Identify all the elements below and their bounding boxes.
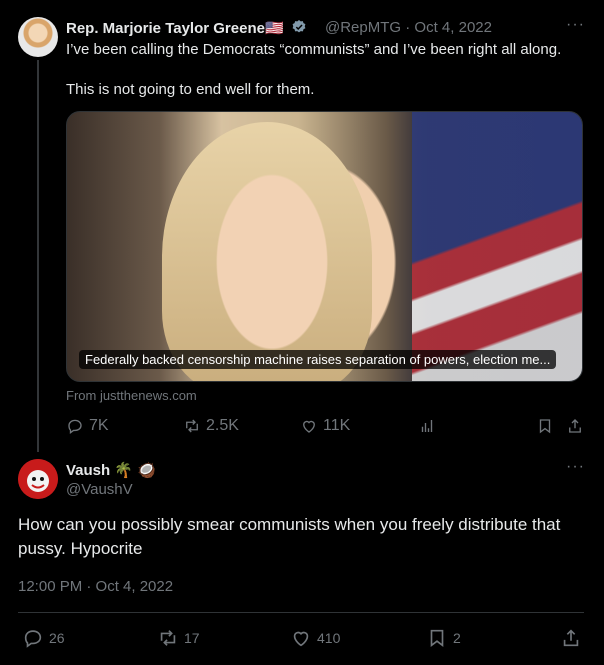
avatar-vaush[interactable]	[18, 459, 58, 499]
reply-like-action[interactable]: 410	[290, 627, 340, 649]
views-action[interactable]	[418, 417, 436, 435]
thread-connector-line	[37, 60, 39, 452]
like-action[interactable]: 11K	[300, 417, 350, 435]
reply-author-handle[interactable]: @VaushV	[66, 481, 133, 498]
tweet-date[interactable]: Oct 4, 2022	[414, 19, 492, 36]
like-icon	[293, 631, 309, 647]
reply-icon	[24, 630, 42, 648]
reply-author-name[interactable]: Vaush	[66, 462, 110, 479]
bookmark-action[interactable]	[536, 417, 554, 435]
avatar-repmtg[interactable]	[18, 17, 58, 57]
divider	[18, 612, 584, 613]
bookmark-icon	[430, 629, 444, 647]
reply-share-action[interactable]	[560, 627, 582, 649]
reply-reply-action[interactable]: 26	[22, 627, 65, 649]
tweet-text-line2: This is not going to end well for them.	[66, 81, 315, 98]
retweet-icon	[186, 419, 198, 433]
author-handle[interactable]: @RepMTG	[325, 19, 401, 36]
avatar-face-icon	[18, 459, 58, 499]
author-name-header[interactable]: Rep. Marjorie Taylor Greene🇺🇸	[66, 19, 307, 39]
reply-reply-count: 26	[49, 630, 65, 646]
views-icon	[421, 420, 433, 432]
tweet-text-line1: I’ve been calling the Democrats “communi…	[66, 41, 562, 58]
reply-bookmark-count: 2	[453, 630, 461, 646]
reply-bookmark-action[interactable]: 2	[426, 627, 461, 649]
retweet-icon	[160, 630, 176, 646]
reply-retweet-count: 17	[184, 630, 200, 646]
reply-like-count: 410	[317, 630, 341, 646]
like-icon	[303, 420, 315, 433]
reply-count: 7K	[89, 417, 109, 434]
photo-subject	[162, 122, 372, 381]
retweet-count: 2.5K	[206, 417, 239, 434]
share-icon	[563, 629, 579, 647]
reply-icon	[68, 419, 82, 435]
card-caption[interactable]: Federally backed censorship machine rais…	[79, 350, 557, 369]
card-source[interactable]: From justthenews.com	[66, 388, 197, 403]
more-icon[interactable]: ···	[566, 16, 585, 34]
reply-author-emojis: 🌴 🥥	[114, 462, 156, 479]
share-icon	[569, 419, 581, 433]
share-action[interactable]	[566, 417, 584, 435]
like-count: 11K	[323, 417, 351, 434]
flag-emoji: 🇺🇸	[264, 20, 284, 37]
reply-retweet-action[interactable]: 17	[157, 627, 200, 649]
bookmark-icon	[539, 419, 551, 434]
author-name[interactable]: Rep. Marjorie Taylor Greene	[66, 20, 265, 37]
reply-timestamp[interactable]: 12:00 PM · Oct 4, 2022	[18, 578, 173, 595]
verified-badge-icon	[291, 19, 307, 39]
retweet-action[interactable]: 2.5K	[183, 417, 239, 435]
reply-text: How can you possibly smear communists wh…	[18, 515, 561, 558]
reply-author-header[interactable]: Vaush 🌴 🥥	[66, 461, 156, 479]
reply-action[interactable]: 7K	[66, 417, 109, 435]
author-handle-date: @RepMTG · Oct 4, 2022	[325, 19, 492, 36]
flag-image-region	[412, 112, 582, 381]
link-card[interactable]: Federally backed censorship machine rais…	[66, 111, 583, 382]
reply-more-icon[interactable]: ···	[566, 458, 585, 476]
